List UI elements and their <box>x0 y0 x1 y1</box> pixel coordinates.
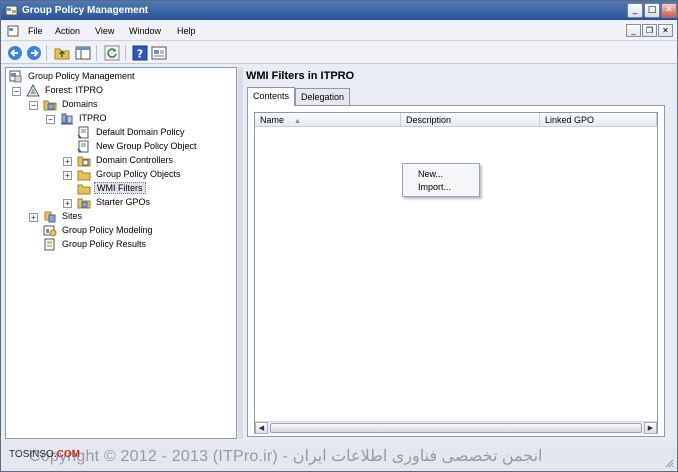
folder-icon <box>77 184 91 195</box>
menu-file[interactable]: File <box>28 26 43 36</box>
column-header-linked-gpo[interactable]: Linked GPO <box>540 113 657 127</box>
expand-domain-controllers-toggle[interactable]: + <box>63 157 72 166</box>
close-button[interactable]: ✕ <box>661 3 677 18</box>
modeling-icon <box>43 225 57 237</box>
gpo-link-icon <box>77 140 89 153</box>
minimize-button[interactable]: _ <box>627 3 643 18</box>
forward-arrow-icon[interactable] <box>26 45 42 61</box>
details-title: WMI Filters in ITPRO <box>246 70 355 82</box>
status-bar: Copyright © 2012 - 2013 (ITPro.ir) - انج… <box>1 441 677 471</box>
mdi-close-button[interactable]: ✕ <box>658 24 673 37</box>
gpmc-window: Group Policy Management _ □ ✕ File Actio… <box>0 0 678 472</box>
refresh-icon[interactable] <box>104 45 120 61</box>
console-tree[interactable]: Group Policy Management − Forest: ITPRO … <box>5 67 237 439</box>
column-label: Name <box>260 115 285 125</box>
collapse-forest-toggle[interactable]: − <box>12 87 21 96</box>
gpmc-app-icon <box>5 5 18 16</box>
brand-suffix: .COM <box>53 449 80 460</box>
domains-folder-icon <box>43 100 57 111</box>
mdi-minimize-button[interactable]: _ <box>626 24 641 37</box>
tree-label: WMI Filters <box>94 182 146 194</box>
tree-label: Group Policy Modeling <box>62 225 153 235</box>
tree-label: Domains <box>62 99 98 109</box>
tree-label: Group Policy Results <box>62 239 147 249</box>
column-header-description[interactable]: Description <box>401 113 540 127</box>
maximize-button[interactable]: □ <box>644 3 660 18</box>
title-bar[interactable]: Group Policy Management _ □ ✕ <box>1 1 677 20</box>
expand-sites-toggle[interactable]: + <box>29 213 38 222</box>
menu-action[interactable]: Action <box>55 26 80 36</box>
wmi-filter-list[interactable]: Name ▲ Description Linked GPO New... Impo… <box>254 112 658 434</box>
properties-icon[interactable] <box>151 45 167 61</box>
collapse-itpro-toggle[interactable]: − <box>46 115 55 124</box>
context-menu-import[interactable]: Import... <box>418 182 451 192</box>
details-pane: WMI Filters in ITPRO Contents Delegation… <box>243 67 669 439</box>
help-icon[interactable]: ? <box>132 45 148 61</box>
starter-gpo-folder-icon <box>77 198 91 209</box>
tree-label: Sites <box>62 211 83 221</box>
sort-ascending-icon: ▲ <box>294 118 301 125</box>
folder-icon <box>77 170 91 181</box>
domain-icon <box>61 113 73 125</box>
toolbar-separator <box>96 45 97 61</box>
contents-panel: Name ▲ Description Linked GPO New... Impo… <box>247 105 665 437</box>
show-hide-tree-icon[interactable] <box>75 45 91 61</box>
context-menu: New... Import... <box>402 163 480 197</box>
console-document-icon[interactable] <box>7 25 19 37</box>
horizontal-scrollbar[interactable]: ◀ ▶ <box>255 421 657 434</box>
mdi-restore-button[interactable]: ❐ <box>642 24 657 37</box>
up-folder-icon[interactable] <box>54 45 70 61</box>
menu-help[interactable]: Help <box>177 26 196 36</box>
collapse-domains-toggle[interactable]: − <box>29 101 38 110</box>
resize-grip-icon[interactable] <box>664 458 674 468</box>
svg-text:?: ? <box>137 48 143 61</box>
column-header-name[interactable]: Name ▲ <box>255 113 401 127</box>
scroll-left-button[interactable]: ◀ <box>255 422 268 434</box>
context-menu-new[interactable]: New... <box>418 169 443 179</box>
brand-prefix: TOSINSO <box>9 449 54 460</box>
expand-starter-gpos-toggle[interactable]: + <box>63 199 72 208</box>
gpo-link-icon <box>77 126 89 139</box>
tree-label: ITPRO <box>79 113 107 123</box>
site-brand: TOSINSO.COM <box>9 449 80 460</box>
tab-delegation[interactable]: Delegation <box>295 88 351 105</box>
tree-label: Domain Controllers <box>96 155 174 165</box>
tab-contents[interactable]: Contents <box>247 87 296 106</box>
expand-gpo-container-toggle[interactable]: + <box>63 171 72 180</box>
menu-view[interactable]: View <box>95 26 114 36</box>
sites-icon <box>44 211 56 223</box>
toolbar-separator <box>46 45 47 61</box>
results-icon <box>44 238 55 251</box>
group-policy-management-icon <box>9 70 22 83</box>
window-title: Group Policy Management <box>22 5 149 16</box>
tree-label: Group Policy Objects <box>96 169 181 179</box>
tree-label: New Group Policy Object <box>96 141 197 151</box>
copyright-watermark: Copyright © 2012 - 2013 (ITPro.ir) - انج… <box>29 448 543 465</box>
menu-window[interactable]: Window <box>129 26 161 36</box>
forest-icon <box>26 84 40 97</box>
tree-label: Group Policy Management <box>28 71 135 81</box>
scroll-right-button[interactable]: ▶ <box>644 422 657 434</box>
toolbar-separator <box>125 45 126 61</box>
menu-bar: File Action View Window Help _ ❐ ✕ <box>1 21 677 41</box>
back-arrow-icon[interactable] <box>7 45 23 61</box>
tree-label: Starter GPOs <box>96 197 151 207</box>
tree-label: Forest: ITPRO <box>45 85 104 95</box>
toolbar: ? <box>1 42 677 64</box>
scrollbar-thumb[interactable] <box>270 423 642 433</box>
ou-folder-icon <box>77 156 91 167</box>
tree-label: Default Domain Policy <box>96 127 185 137</box>
